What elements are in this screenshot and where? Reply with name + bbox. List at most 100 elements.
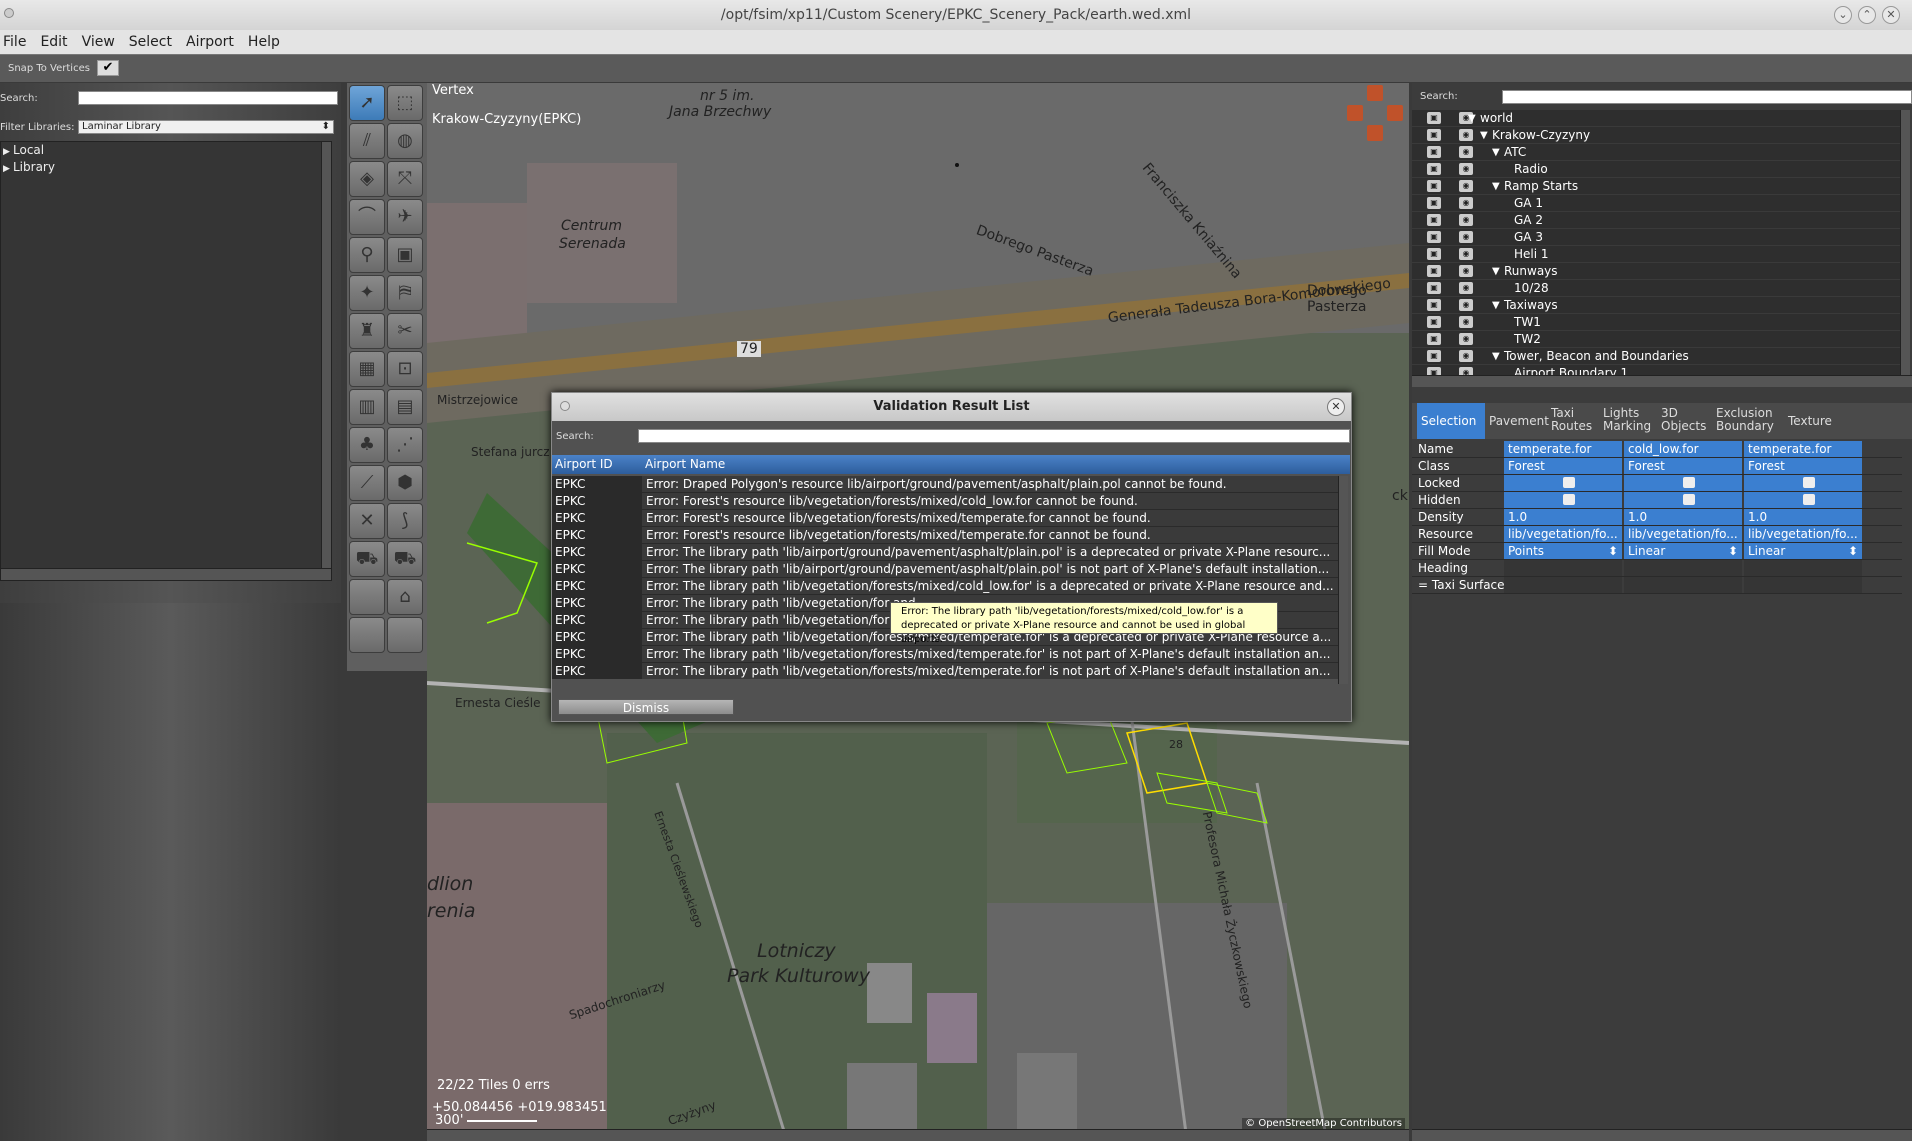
outline-row[interactable]: ▣ ◉ ▼ Ramp Starts [1412,178,1900,195]
tab-exclusion-boundary[interactable]: Exclusion Boundary [1712,403,1784,439]
taxiway-tool-button[interactable]: ⌒ [349,199,385,235]
property-cell[interactable]: temperate.for [1744,441,1862,457]
eye-icon[interactable]: ◉ [1459,248,1473,260]
helipad-tool-button[interactable]: ◍ [387,123,423,159]
outline-row[interactable]: ▣ ◉ ▼ ATC [1412,144,1900,161]
exclusion-zone-tool-button[interactable]: ✕ [349,503,385,539]
beacon-tool-button[interactable]: ✦ [349,275,385,311]
outline-row[interactable]: ▣ ◉ TW1 [1412,314,1900,331]
pan-up-icon[interactable] [1367,85,1383,101]
eye-icon[interactable]: ◉ [1459,333,1473,345]
lock-icon[interactable]: ▣ [1427,265,1441,277]
outline-row[interactable]: ▣ ◉ Radio [1412,161,1900,178]
atc-tool-button[interactable]: ⊡ [387,351,423,387]
expand-triangle-icon[interactable]: ▼ [1468,110,1476,127]
library-item-library[interactable]: ▶ Library [1,159,331,176]
tab-pavement[interactable]: Pavement [1485,403,1549,439]
eye-icon[interactable]: ◉ [1459,163,1473,175]
library-horizontal-scrollbar[interactable] [1,568,331,580]
eye-icon[interactable]: ◉ [1459,129,1473,141]
sealane-tool-button[interactable]: ◈ [349,161,385,197]
error-row[interactable]: EPKC Error: The library path 'lib/vegetat… [552,578,1338,595]
tab-selection[interactable]: Selection [1417,403,1485,439]
pan-down-icon[interactable] [1367,125,1383,141]
object-tool-button[interactable]: ⌂ [387,579,423,615]
marquee-tool-button[interactable]: ⬚ [387,85,423,121]
outline-horizontal-scrollbar[interactable] [1412,375,1912,387]
eye-icon[interactable]: ◉ [1459,146,1473,158]
line-tool-button[interactable]: ⟋ [349,465,385,501]
outline-row[interactable]: ▣ ◉ ▼ Taxiways [1412,297,1900,314]
expand-triangle-icon[interactable]: ▼ [1492,297,1500,314]
expand-triangle-icon[interactable]: ▼ [1492,144,1500,161]
outline-row[interactable]: ▣ ◉ ▼ Krakow-Czyzyny [1412,127,1900,144]
property-cell[interactable] [1504,492,1622,508]
outline-row[interactable]: ▣ ◉ GA 2 [1412,212,1900,229]
truck-tool-button[interactable]: ⛟ [349,541,385,577]
library-item-local[interactable]: ▶ Local [1,142,331,159]
outline-search-input[interactable] [1502,90,1912,104]
lock-icon[interactable]: ▣ [1427,248,1441,260]
error-row[interactable]: EPKC Error: Forest's resource lib/vegetat… [552,493,1338,510]
eye-icon[interactable] [1563,494,1575,505]
property-cell[interactable]: lib/vegetation/fo... [1504,526,1622,542]
dialog-close-button[interactable]: ✕ [1327,398,1345,416]
outline-vertical-scrollbar[interactable] [1900,110,1910,380]
sign-tool-button[interactable]: ▣ [387,237,423,273]
pan-left-icon[interactable] [1347,105,1363,121]
outline-row[interactable]: ▣ ◉ GA 1 [1412,195,1900,212]
eye-icon[interactable] [1683,494,1695,505]
expand-triangle-icon[interactable]: ▼ [1492,263,1500,280]
lock-icon[interactable]: ▣ [1427,231,1441,243]
exclusion-tool-button[interactable]: ▤ [387,389,423,425]
eye-icon[interactable]: ◉ [1459,231,1473,243]
lock-icon[interactable]: ▣ [1427,350,1441,362]
lock-icon[interactable]: ▣ [1427,299,1441,311]
property-cell[interactable] [1744,475,1862,491]
minimize-button[interactable]: ⌄ [1834,6,1852,24]
dismiss-button[interactable]: Dismiss [558,699,734,715]
property-cell[interactable]: 1.0 [1504,509,1622,525]
error-row[interactable]: EPKC Error: Forest's resource lib/vegetat… [552,527,1338,544]
property-cell[interactable] [1504,475,1622,491]
lock-icon[interactable]: ▣ [1427,180,1441,192]
lock-icon[interactable]: ▣ [1427,197,1441,209]
outline-row[interactable]: ▣ ◉ TW2 [1412,331,1900,348]
lock-icon[interactable] [1803,477,1815,488]
eye-icon[interactable]: ◉ [1459,265,1473,277]
property-cell[interactable]: Forest [1504,458,1622,474]
column-airport-name[interactable]: Airport Name [645,455,725,474]
property-cell[interactable] [1744,492,1862,508]
map-horizontal-scrollbar[interactable] [427,1129,1409,1141]
property-cell[interactable]: Forest [1624,458,1742,474]
column-airport-id[interactable]: Airport ID [555,455,613,474]
dialog-vertical-scrollbar[interactable] [1338,476,1348,684]
object-string-tool-button[interactable]: ⋰ [387,427,423,463]
error-row[interactable]: EPKC Error: Forest's resource lib/vegetat… [552,510,1338,527]
error-row[interactable]: EPKC Error: Draped Polygon's resource lib… [552,476,1338,493]
menu-help[interactable]: Help [245,30,283,54]
window-menu-button[interactable] [4,8,14,18]
lock-icon[interactable]: ▣ [1427,112,1441,124]
library-vertical-scrollbar[interactable] [321,142,331,570]
property-cell[interactable]: Linear ⬍ [1624,543,1742,559]
polygon-tool-button[interactable]: ⬢ [387,465,423,501]
eye-icon[interactable]: ◉ [1459,180,1473,192]
vertex-tool-button[interactable]: ➚ [349,85,385,121]
tab-lights-marking[interactable]: Lights Marking [1599,403,1657,439]
snap-to-vertices-checkbox[interactable]: ✔ [97,60,119,76]
error-row[interactable]: EPKC Error: The library path 'lib/vegetat… [552,663,1338,679]
error-row[interactable]: EPKC Error: The library path 'lib/vegetat… [552,646,1338,663]
pan-right-icon[interactable] [1387,105,1403,121]
error-row[interactable]: EPKC Error: The library path 'lib/airport… [552,544,1338,561]
expand-triangle-icon[interactable]: ▼ [1492,178,1500,195]
filter-libraries-select[interactable]: Laminar Library ⬍ [78,120,334,134]
tab-texture[interactable]: Texture [1784,403,1842,439]
outline-row[interactable]: ▣ ◉ ▼ Runways [1412,263,1900,280]
property-cell[interactable]: 1.0 [1744,509,1862,525]
lock-icon[interactable]: ▣ [1427,129,1441,141]
map-pan-control[interactable] [1347,85,1403,141]
lock-icon[interactable]: ▣ [1427,282,1441,294]
tab-taxi-routes[interactable]: Taxi Routes [1547,403,1599,439]
eye-icon[interactable]: ◉ [1459,316,1473,328]
